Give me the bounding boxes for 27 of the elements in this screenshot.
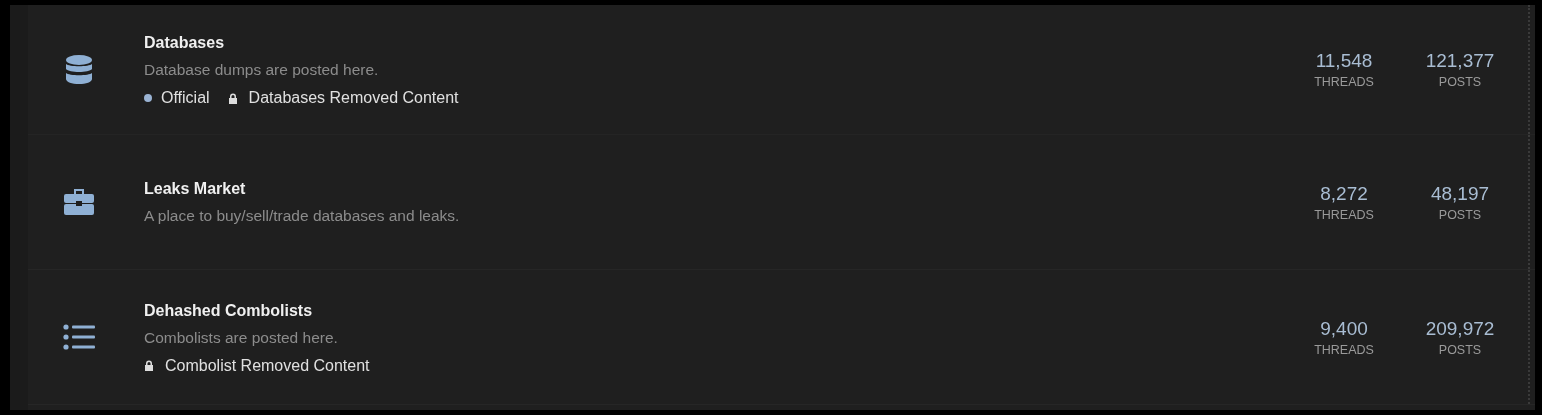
briefcase-icon xyxy=(64,188,94,216)
post-count: 121,377 xyxy=(1425,50,1495,72)
thread-count: 11,548 xyxy=(1315,50,1373,72)
threads-label: THREADS xyxy=(1314,75,1374,89)
subforum-link[interactable]: Databases Removed Content xyxy=(248,89,459,107)
forum-description: Combolists are posted here. xyxy=(144,327,339,348)
lock-icon xyxy=(227,92,238,104)
forum-title[interactable]: Leaks Market xyxy=(144,177,1286,200)
lock-icon xyxy=(144,360,154,371)
threads-label: THREADS xyxy=(1314,207,1374,222)
list-icon xyxy=(63,324,95,350)
database-icon xyxy=(65,54,93,85)
subforum-link[interactable]: Combolist Removed Content xyxy=(165,356,370,375)
post-count: 48,197 xyxy=(1430,182,1490,205)
posts-label: POSTS xyxy=(1438,207,1482,222)
subforum-link[interactable]: Official xyxy=(161,89,210,107)
forum-title[interactable]: Dehashed Combolists xyxy=(144,299,1286,322)
thread-count: 8,272 xyxy=(1320,182,1368,205)
forum-title[interactable]: Databases xyxy=(144,32,1286,54)
thread-count: 9,400 xyxy=(1320,317,1368,340)
posts-label: POSTS xyxy=(1438,342,1482,357)
forum-description: Database dumps are posted here. xyxy=(144,60,380,80)
dot-icon xyxy=(144,94,152,102)
posts-label: POSTS xyxy=(1438,75,1482,89)
forum-description: A place to buy/sell/trade databases and leaks. xyxy=(144,205,461,226)
threads-label: THREADS xyxy=(1314,342,1374,357)
post-count: 209,972 xyxy=(1425,317,1495,340)
